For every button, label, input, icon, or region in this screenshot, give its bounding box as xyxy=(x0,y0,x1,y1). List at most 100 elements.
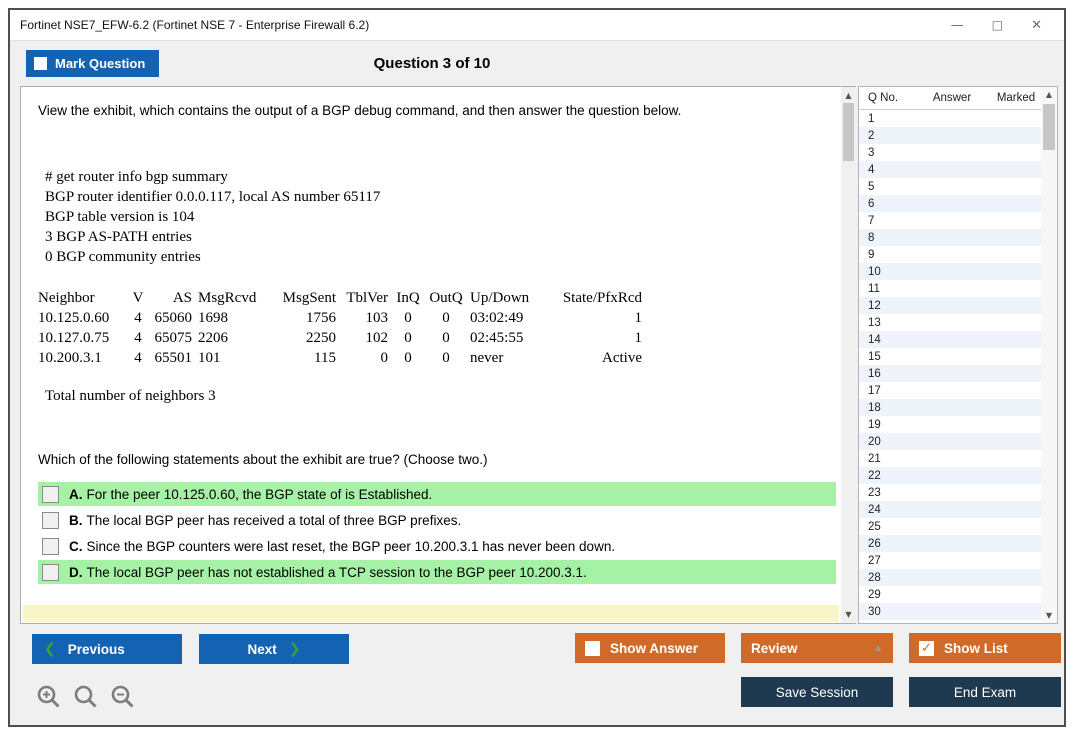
zoom-out-icon[interactable] xyxy=(110,684,136,710)
question-list-row[interactable]: 20 xyxy=(859,433,1057,450)
end-exam-label: End Exam xyxy=(954,685,1016,700)
question-list-header: Q No. Answer Marked xyxy=(859,87,1057,110)
chevron-right-icon: ❯ xyxy=(289,641,301,657)
bgp-table-cell: 102 xyxy=(342,328,394,348)
close-icon[interactable]: ✕ xyxy=(1031,19,1042,32)
exhibit-line: 0 BGP community entries xyxy=(45,247,836,267)
bgp-table-row: 10.125.0.60465060169817561030003:02:491 xyxy=(38,308,648,328)
save-session-button[interactable]: Save Session xyxy=(741,677,893,707)
question-list-panel: Q No. Answer Marked 12345678910111213141… xyxy=(858,86,1058,624)
q-no-cell: 12 xyxy=(859,300,917,312)
question-list-row[interactable]: 25 xyxy=(859,518,1057,535)
bgp-table-cell: 10.125.0.60 xyxy=(38,308,130,328)
chevron-left-icon: ❮ xyxy=(44,641,56,657)
bgp-column-header: State/PfxRcd xyxy=(556,288,648,308)
content-scrollbar[interactable]: ▲ ▼ xyxy=(841,87,856,623)
option-checkbox[interactable] xyxy=(42,512,59,529)
option-checkbox[interactable] xyxy=(42,564,59,581)
q-no-cell: 30 xyxy=(859,606,917,618)
question-list-row[interactable]: 22 xyxy=(859,467,1057,484)
column-marked: Marked xyxy=(987,92,1045,104)
show-list-button[interactable]: ✓ Show List xyxy=(909,633,1061,663)
question-list-row[interactable]: 17 xyxy=(859,382,1057,399)
question-list-row[interactable]: 8 xyxy=(859,229,1057,246)
question-list-row[interactable]: 9 xyxy=(859,246,1057,263)
question-list-scrollbar[interactable]: ▲ ▼ xyxy=(1041,87,1057,623)
exhibit-line: 3 BGP AS-PATH entries xyxy=(45,227,836,247)
answer-option-a[interactable]: A.For the peer 10.125.0.60, the BGP stat… xyxy=(38,482,836,506)
option-text: C.Since the BGP counters were last reset… xyxy=(69,539,615,554)
bgp-column-header: Neighbor xyxy=(38,288,130,308)
bgp-table-cell: Active xyxy=(556,348,648,368)
question-list-row[interactable]: 27 xyxy=(859,552,1057,569)
question-list-row[interactable]: 19 xyxy=(859,416,1057,433)
scroll-up-icon[interactable]: ▲ xyxy=(841,88,856,103)
question-list-row[interactable]: 7 xyxy=(859,212,1057,229)
question-list-row[interactable]: 14 xyxy=(859,331,1057,348)
question-list-row[interactable]: 12 xyxy=(859,297,1057,314)
zoom-reset-icon[interactable] xyxy=(73,684,99,710)
maximize-icon[interactable]: □ xyxy=(992,19,1003,31)
question-list-row[interactable]: 18 xyxy=(859,399,1057,416)
question-list-row[interactable]: 11 xyxy=(859,280,1057,297)
question-list-row[interactable]: 3 xyxy=(859,144,1057,161)
show-answer-button[interactable]: Show Answer xyxy=(575,633,725,663)
show-list-checkbox[interactable]: ✓ xyxy=(919,641,934,656)
bgp-table-cell: 0 xyxy=(428,308,470,328)
question-list-row[interactable]: 23 xyxy=(859,484,1057,501)
question-list-row[interactable]: 1 xyxy=(859,110,1057,127)
next-button[interactable]: Next ❯ xyxy=(199,634,349,664)
bgp-table-cell: 1 xyxy=(556,328,648,348)
bgp-table-cell: 4 xyxy=(130,308,152,328)
question-list-row[interactable]: 10 xyxy=(859,263,1057,280)
next-label: Next xyxy=(248,642,277,657)
option-checkbox[interactable] xyxy=(42,538,59,555)
bgp-table-cell: 4 xyxy=(130,348,152,368)
scroll-up-icon[interactable]: ▲ xyxy=(1041,87,1057,102)
question-list-row[interactable]: 15 xyxy=(859,348,1057,365)
question-list-scrollbar-thumb[interactable] xyxy=(1043,104,1055,150)
q-no-cell: 18 xyxy=(859,402,917,414)
q-no-cell: 8 xyxy=(859,232,917,244)
end-exam-button[interactable]: End Exam xyxy=(909,677,1061,707)
question-list-row[interactable]: 29 xyxy=(859,586,1057,603)
question-list-row[interactable]: 26 xyxy=(859,535,1057,552)
minimize-icon[interactable]: — xyxy=(951,19,964,32)
option-checkbox[interactable] xyxy=(42,486,59,503)
question-list-row[interactable]: 6 xyxy=(859,195,1057,212)
show-answer-checkbox[interactable] xyxy=(585,641,600,656)
answer-option-b[interactable]: B.The local BGP peer has received a tota… xyxy=(38,508,836,532)
bgp-column-header: OutQ xyxy=(428,288,470,308)
question-list-row[interactable]: 24 xyxy=(859,501,1057,518)
q-no-cell: 15 xyxy=(859,351,917,363)
title-bar: Fortinet NSE7_EFW-6.2 (Fortinet NSE 7 - … xyxy=(10,10,1064,40)
save-session-label: Save Session xyxy=(776,685,859,700)
column-q-no: Q No. xyxy=(859,92,917,104)
scroll-down-icon[interactable]: ▼ xyxy=(1041,608,1057,623)
question-list-row[interactable]: 5 xyxy=(859,178,1057,195)
review-button[interactable]: Review ▲ xyxy=(741,633,893,663)
question-list-row[interactable]: 13 xyxy=(859,314,1057,331)
zoom-in-icon[interactable] xyxy=(36,684,62,710)
question-list-row[interactable]: 2 xyxy=(859,127,1057,144)
bgp-table-cell: 65075 xyxy=(152,328,198,348)
bgp-table-cell: 02:45:55 xyxy=(470,328,556,348)
question-list-row[interactable]: 16 xyxy=(859,365,1057,382)
answer-option-d[interactable]: D.The local BGP peer has not established… xyxy=(38,560,836,584)
scroll-down-icon[interactable]: ▼ xyxy=(841,607,856,622)
question-list-row[interactable]: 28 xyxy=(859,569,1057,586)
question-list-row[interactable]: 30 xyxy=(859,603,1057,620)
exam-window: Fortinet NSE7_EFW-6.2 (Fortinet NSE 7 - … xyxy=(8,8,1066,727)
bgp-table-cell: 103 xyxy=(342,308,394,328)
q-no-cell: 23 xyxy=(859,487,917,499)
q-no-cell: 5 xyxy=(859,181,917,193)
question-list-row[interactable]: 21 xyxy=(859,450,1057,467)
question-panel: View the exhibit, which contains the out… xyxy=(20,86,856,624)
bgp-table-cell: 0 xyxy=(394,348,428,368)
previous-button[interactable]: ❮ Previous xyxy=(32,634,182,664)
content-scrollbar-thumb[interactable] xyxy=(843,103,854,161)
question-list-row[interactable]: 4 xyxy=(859,161,1057,178)
bgp-table-cell: 1 xyxy=(556,308,648,328)
answer-option-c[interactable]: C.Since the BGP counters were last reset… xyxy=(38,534,836,558)
bgp-table-cell: 115 xyxy=(270,348,342,368)
